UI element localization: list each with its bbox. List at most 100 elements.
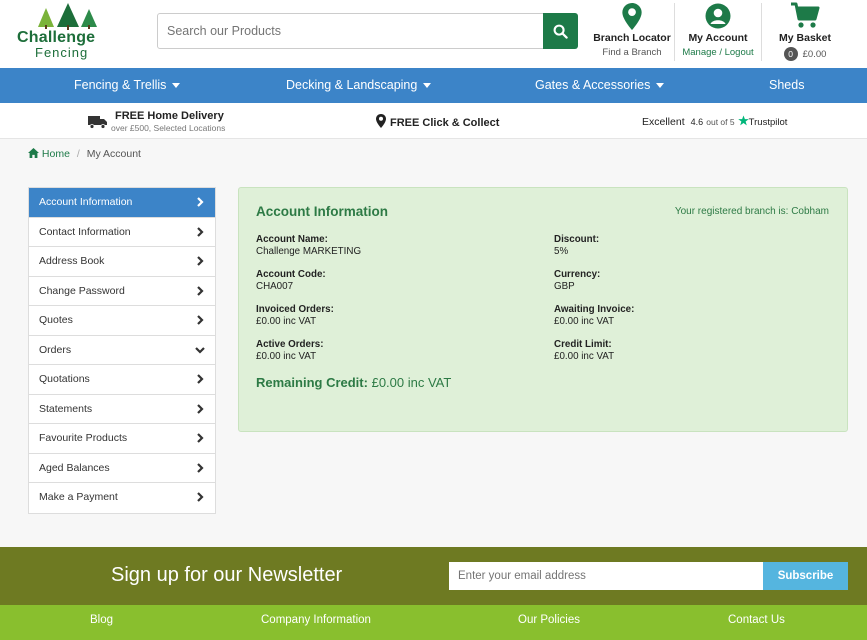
manage-logout-link[interactable]: Manage / Logout: [678, 47, 758, 58]
delivery-subtitle: over £500, Selected Locations: [111, 123, 226, 133]
sidebar-item-change-password[interactable]: Change Password: [29, 277, 215, 306]
sidebar-item-quotations[interactable]: Quotations: [29, 365, 215, 395]
chevron-right-icon: [197, 433, 204, 443]
main-nav: Fencing & Trellis Decking & Landscaping …: [0, 68, 867, 103]
field-active-orders: Active Orders: £0.00 inc VAT: [256, 339, 324, 362]
brand-logo[interactable]: Challenge Fencing: [14, 3, 119, 61]
search-button[interactable]: [543, 13, 578, 49]
footer-nav: Blog Company Information Our Policies Co…: [0, 605, 867, 640]
sidebar-item-label: Statements: [39, 402, 93, 415]
field-account-name: Account Name: Challenge MARKETING: [256, 234, 361, 257]
caret-down-icon: [423, 83, 432, 89]
brand-name-line2: Fencing: [35, 45, 89, 60]
newsletter-bar: Sign up for our Newsletter Subscribe: [0, 547, 867, 605]
my-account[interactable]: My Account Manage / Logout: [678, 0, 758, 64]
branch-locator[interactable]: Branch Locator Find a Branch: [592, 0, 672, 64]
nav-sheds[interactable]: Sheds: [769, 68, 804, 103]
field-value: £0.00 inc VAT: [554, 351, 615, 362]
sidebar-item-label: Make a Payment: [39, 491, 118, 503]
footer-link-our-policies[interactable]: Our Policies: [518, 605, 580, 635]
nav-label: Fencing & Trellis: [74, 78, 167, 92]
sidebar-item-make-a-payment[interactable]: Make a Payment: [29, 483, 215, 513]
footer-link-contact-us[interactable]: Contact Us: [728, 605, 785, 635]
breadcrumb-separator: /: [76, 148, 80, 160]
site-header: Challenge Fencing Branch Locator Find a …: [0, 0, 867, 68]
panel-title: Account Information: [256, 204, 388, 219]
header-divider: [674, 3, 675, 61]
field-label: Awaiting Invoice:: [554, 304, 635, 315]
my-basket-label: My Basket: [779, 32, 831, 44]
caret-down-icon: [172, 83, 181, 89]
sidebar-item-label: Account Information: [39, 196, 133, 208]
chevron-right-icon: [197, 374, 204, 384]
subscribe-button[interactable]: Subscribe: [763, 562, 848, 590]
remaining-credit-label: Remaining Credit:: [256, 375, 368, 390]
trust-outof: out of 5: [706, 117, 735, 127]
click-collect-label: FREE Click & Collect: [390, 117, 500, 129]
field-value: £0.00 inc VAT: [256, 351, 317, 362]
sidebar-item-aged-balances[interactable]: Aged Balances: [29, 454, 215, 483]
basket-count-badge: 0: [783, 47, 798, 61]
sidebar-item-label: Address Book: [39, 255, 105, 267]
sidebar-item-label: Contact Information: [39, 225, 131, 238]
chevron-right-icon: [197, 403, 204, 414]
sidebar-item-label: Aged Balances: [39, 461, 110, 474]
find-branch-link[interactable]: Find a Branch: [592, 47, 672, 58]
sidebar-item-address-book[interactable]: Address Book: [29, 247, 215, 277]
chevron-right-icon: [197, 315, 204, 325]
my-basket[interactable]: My Basket 0 £0.00: [772, 0, 838, 64]
breadcrumb-current: My Account: [86, 148, 141, 160]
usp-bar: FREE Home Delivery over £500, Selected L…: [0, 103, 867, 139]
remaining-credit: Remaining Credit: £0.00 inc VAT: [256, 375, 451, 390]
chevron-right-icon: [197, 492, 204, 502]
trees-logo-icon: [38, 3, 97, 30]
usp-click-collect[interactable]: FREE Click & Collect: [376, 114, 499, 129]
footer-link-blog[interactable]: Blog: [90, 605, 113, 635]
map-pin-icon: [622, 3, 642, 30]
sidebar-item-label: Change Password: [39, 284, 125, 297]
sidebar-item-label: Orders: [39, 343, 72, 356]
registered-branch: Your registered branch is: Cobham: [674, 206, 829, 217]
nav-label: Sheds: [769, 78, 805, 92]
newsletter-title: Sign up for our Newsletter: [111, 564, 343, 586]
basket-summary: 0 £0.00: [772, 47, 838, 61]
field-invoiced-orders: Invoiced Orders: £0.00 inc VAT: [256, 304, 334, 327]
chevron-right-icon: [197, 285, 204, 296]
sidebar-item-quotes[interactable]: Quotes: [29, 306, 215, 336]
sidebar-item-account-information[interactable]: Account Information: [29, 188, 215, 218]
remaining-credit-value: £0.00 inc VAT: [371, 375, 452, 390]
field-value: £0.00 inc VAT: [256, 316, 317, 327]
delivery-title: FREE Home Delivery: [115, 110, 224, 122]
field-label: Active Orders:: [256, 339, 324, 350]
nav-fencing-trellis[interactable]: Fencing & Trellis: [74, 68, 181, 103]
nav-label: Gates & Accessories: [535, 78, 651, 92]
chevron-right-icon: [197, 462, 204, 473]
field-value: Challenge MARKETING: [256, 246, 362, 257]
trustpilot-rating[interactable]: Excellent 4.6 out of 5 Trustpilot: [642, 115, 787, 128]
sidebar-item-contact-information[interactable]: Contact Information: [29, 218, 215, 247]
delivery-truck-icon: [88, 116, 107, 129]
field-label: Account Code:: [256, 269, 326, 280]
breadcrumb-home-link[interactable]: Home: [42, 148, 70, 160]
search-input[interactable]: [157, 13, 544, 49]
field-label: Credit Limit:: [554, 339, 612, 350]
chevron-right-icon: [197, 197, 204, 207]
newsletter-email-input[interactable]: [449, 562, 763, 590]
search-icon: [553, 24, 568, 39]
field-value: 5%: [554, 246, 569, 257]
footer-link-company-information[interactable]: Company Information: [261, 605, 371, 635]
shopping-cart-icon: [791, 2, 820, 28]
sidebar-item-orders[interactable]: Orders: [29, 336, 215, 365]
field-value: £0.00 inc VAT: [554, 316, 615, 327]
sidebar-item-favourite-products[interactable]: Favourite Products: [29, 424, 215, 454]
nav-decking-landscaping[interactable]: Decking & Landscaping: [286, 68, 432, 103]
field-credit-limit: Credit Limit: £0.00 inc VAT: [554, 339, 614, 362]
home-icon: [28, 148, 39, 158]
chevron-down-icon: [195, 346, 205, 354]
sidebar-item-statements[interactable]: Statements: [29, 395, 215, 424]
trustpilot-star-icon: [737, 115, 749, 126]
account-info-panel: Account Information Your registered bran…: [238, 187, 848, 432]
nav-gates-accessories[interactable]: Gates & Accessories: [535, 68, 665, 103]
header-divider: [761, 3, 762, 61]
trust-score: 4.6: [690, 117, 704, 127]
